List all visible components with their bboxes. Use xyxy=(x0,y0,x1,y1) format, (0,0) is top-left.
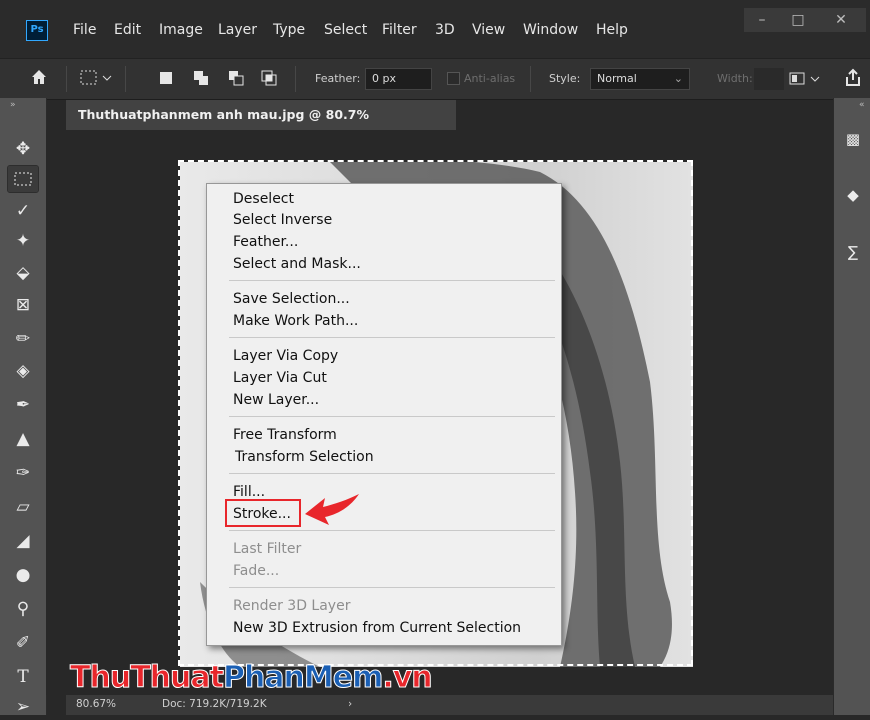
menu-select[interactable]: Select xyxy=(324,22,367,38)
menu-edit[interactable]: Edit xyxy=(114,22,141,38)
red-arrow-icon xyxy=(303,492,363,530)
menu-item-feather[interactable]: Feather... xyxy=(233,233,298,251)
menu-item-deselect[interactable]: Deselect xyxy=(233,190,294,208)
tools-panel: » ✥ ✓ ✦ ⬙ ⊠ ✏ ◈ ✒ ▲ ✑ ▱ ◢ ● ⚲ ✐ T ➢ xyxy=(0,98,47,717)
collapse-icon[interactable]: » xyxy=(10,100,16,110)
crop-icon[interactable]: ⬙ xyxy=(8,260,38,286)
clone-stamp-icon[interactable]: ▲ xyxy=(8,426,38,452)
document-tab[interactable]: Thuthuatphanmem anh mau.jpg @ 80.7% (RGB… xyxy=(66,100,456,152)
home-icon[interactable] xyxy=(30,68,48,90)
menu-separator xyxy=(229,530,555,531)
menu-item-make-work-path[interactable]: Make Work Path... xyxy=(233,312,358,330)
watermark-part-1: Thu xyxy=(69,660,131,696)
menu-layer[interactable]: Layer xyxy=(218,22,257,38)
photoshop-logo: Ps xyxy=(26,20,48,41)
watermark-part-2: Thuat xyxy=(130,660,225,696)
menu-type[interactable]: Type xyxy=(273,22,305,38)
panel-dock: « ▩ ◆ ∑ xyxy=(833,98,870,715)
menu-filter[interactable]: Filter xyxy=(382,22,417,38)
properties-icon[interactable]: ∑ xyxy=(842,241,864,263)
menu-item-select-inverse[interactable]: Select Inverse xyxy=(233,211,332,229)
menu-item-fade: Fade... xyxy=(233,563,280,579)
add-selection-icon[interactable] xyxy=(192,69,210,91)
options-bar: Feather: 0 px Anti-alias Style: Normal ⌄… xyxy=(0,58,870,100)
frame-icon[interactable]: ⊠ xyxy=(8,292,38,318)
menu-item-save-selection[interactable]: Save Selection... xyxy=(233,290,350,308)
brush-icon[interactable]: ✒ xyxy=(8,392,38,418)
path-select-icon[interactable]: ➢ xyxy=(8,694,38,720)
menu-item-render-3d-layer: Render 3D Layer xyxy=(233,598,351,614)
stroke-highlight-box xyxy=(225,499,301,527)
menu-file[interactable]: File xyxy=(73,22,96,38)
blur-icon[interactable]: ● xyxy=(8,562,38,588)
new-selection-icon[interactable] xyxy=(158,70,174,90)
menu-bar: Ps File Edit Image Layer Type Select Fil… xyxy=(0,0,870,58)
menu-separator xyxy=(229,280,555,281)
marquee-icon[interactable] xyxy=(7,165,39,193)
menu-help[interactable]: Help xyxy=(596,22,628,38)
dodge-icon[interactable]: ⚲ xyxy=(8,596,38,622)
menu-separator xyxy=(229,473,555,474)
menu-window[interactable]: Window xyxy=(523,22,578,38)
doc-size: Doc: 719.2K/719.2K xyxy=(162,698,267,710)
menu-item-free-transform[interactable]: Free Transform xyxy=(233,426,337,444)
width-label: Width: xyxy=(717,72,753,85)
menu-item-new-3d-extrusion[interactable]: New 3D Extrusion from Current Selection xyxy=(233,619,521,637)
style-label: Style: xyxy=(549,72,581,85)
menu-item-select-and-mask[interactable]: Select and Mask... xyxy=(233,255,361,273)
history-brush-icon[interactable]: ✑ xyxy=(8,460,38,486)
minimize-button[interactable]: – xyxy=(744,8,780,32)
eyedropper-icon[interactable]: ✏ xyxy=(8,326,38,352)
watermark-logo: ThuThuatPhanMem.vn xyxy=(69,660,433,696)
marquee-preset-icon[interactable] xyxy=(80,69,114,91)
menu-view[interactable]: View xyxy=(472,22,505,38)
menu-separator xyxy=(229,416,555,417)
separator xyxy=(530,66,531,92)
menu-image[interactable]: Image xyxy=(159,22,203,38)
magic-wand-icon[interactable]: ✦ xyxy=(8,228,38,254)
antialias-checkbox[interactable] xyxy=(447,72,460,85)
context-menu: Deselect Select Inverse Feather... Selec… xyxy=(206,183,562,646)
paint-bucket-icon[interactable]: ◢ xyxy=(8,528,38,554)
antialias-label: Anti-alias xyxy=(464,72,516,85)
menu-separator xyxy=(229,337,555,338)
swap-icon[interactable] xyxy=(789,70,821,92)
intersect-selection-icon[interactable] xyxy=(260,69,278,91)
style-value: Normal xyxy=(597,72,637,85)
menu-item-layer-via-copy[interactable]: Layer Via Copy xyxy=(233,347,338,365)
separator xyxy=(125,66,126,92)
menu-item-last-filter: Last Filter xyxy=(233,541,302,557)
separator xyxy=(66,66,67,92)
menu-item-new-layer[interactable]: New Layer... xyxy=(233,391,319,409)
close-button[interactable]: ✕ xyxy=(816,8,866,32)
style-select[interactable]: Normal ⌄ xyxy=(590,68,690,90)
healing-brush-icon[interactable]: ◈ xyxy=(8,358,38,384)
watermark-part-3: PhanMem xyxy=(222,660,383,696)
lasso-icon[interactable]: ✓ xyxy=(8,198,38,224)
menu-item-layer-via-cut[interactable]: Layer Via Cut xyxy=(233,369,327,387)
move-icon[interactable]: ✥ xyxy=(8,136,38,162)
width-input[interactable] xyxy=(754,68,784,90)
zoom-level[interactable]: 80.67% xyxy=(76,698,116,710)
menu-separator xyxy=(229,587,555,588)
share-icon[interactable] xyxy=(843,68,863,92)
subtract-selection-icon[interactable] xyxy=(227,69,245,91)
libraries-icon[interactable]: ▩ xyxy=(842,128,864,150)
menu-3d[interactable]: 3D xyxy=(435,22,455,38)
status-bar: 80.67% Doc: 719.2K/719.2K › xyxy=(66,695,833,715)
feather-label: Feather: xyxy=(315,72,361,85)
type-icon[interactable]: T xyxy=(8,664,38,690)
status-menu-arrow[interactable]: › xyxy=(348,698,352,710)
watermark-part-4: .vn xyxy=(382,660,433,696)
eraser-icon[interactable]: ▱ xyxy=(8,494,38,520)
separator xyxy=(295,66,296,92)
layers-icon[interactable]: ◆ xyxy=(842,184,864,206)
feather-input[interactable]: 0 px xyxy=(365,68,432,90)
chevron-down-icon: ⌄ xyxy=(673,72,683,85)
pen-icon[interactable]: ✐ xyxy=(8,630,38,656)
maximize-button[interactable]: □ xyxy=(780,8,816,32)
menu-item-transform-selection[interactable]: Transform Selection xyxy=(235,448,374,466)
expand-icon[interactable]: « xyxy=(859,100,865,110)
